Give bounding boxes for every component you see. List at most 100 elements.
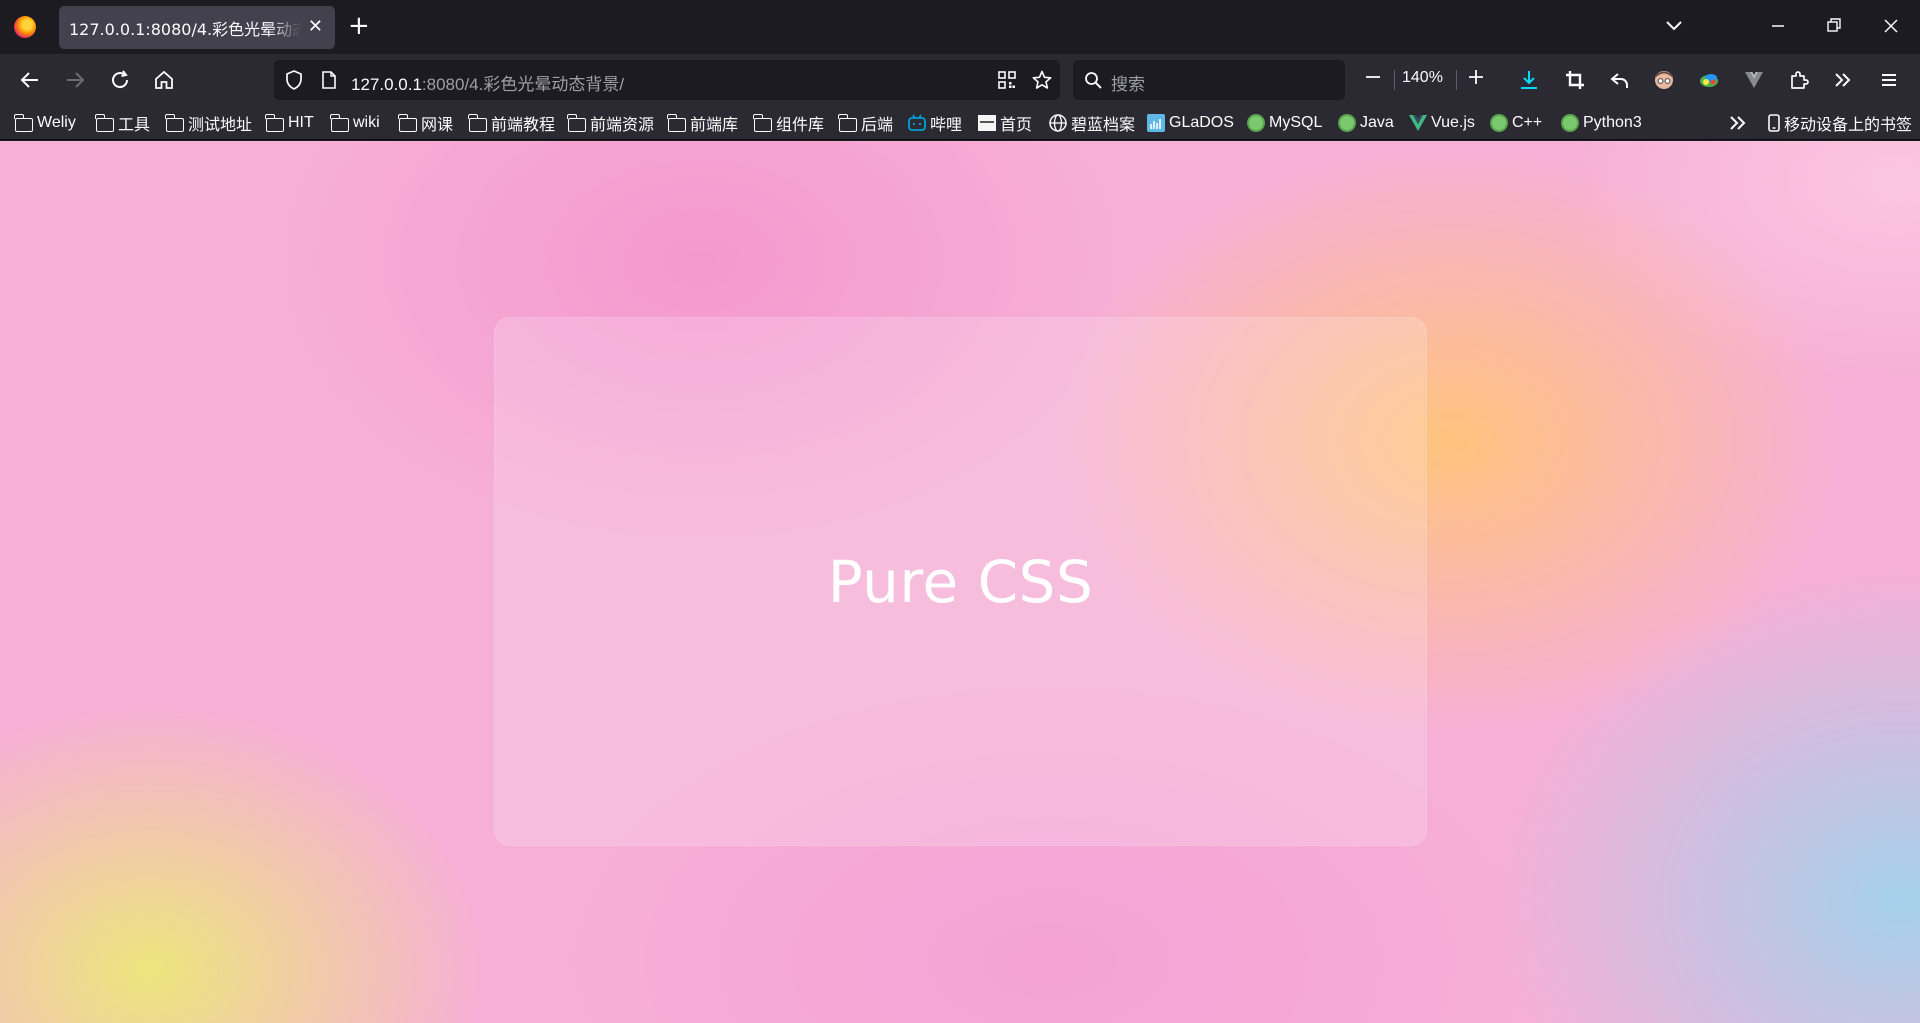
bookmark-item[interactable]: wiki	[330, 113, 380, 133]
home-button[interactable]	[151, 67, 177, 93]
vue-logo-icon	[1745, 72, 1763, 88]
more-tools-button[interactable]	[1830, 67, 1856, 93]
bookmark-label: 碧蓝档案	[1071, 117, 1136, 134]
reload-icon	[112, 70, 129, 89]
shield-icon[interactable]	[283, 69, 305, 91]
minimize-icon	[1772, 25, 1784, 27]
globe-icon	[1048, 114, 1068, 132]
mobile-bookmarks-label: 移动设备上的书签	[1784, 117, 1913, 134]
bookmark-label: wiki	[353, 114, 380, 131]
bookmark-item[interactable]: 组件库	[753, 113, 825, 134]
bookmark-item[interactable]: 工具	[95, 113, 151, 134]
bookmark-item[interactable]: 后端	[838, 113, 894, 134]
plus-icon	[1469, 70, 1483, 84]
bookmark-item[interactable]: 前端库	[667, 113, 739, 134]
zoom-reset-button[interactable]: 140%	[1402, 69, 1443, 87]
star-bookmark-icon[interactable]	[1031, 69, 1053, 91]
close-icon	[1884, 19, 1898, 33]
bookmark-label: Weliy	[37, 114, 76, 131]
navigation-toolbar: 127.0.0.1:8080/4.彩色光晕动态背景/ 搜索 140%	[0, 54, 1920, 106]
bookmark-label: Vue.js	[1431, 114, 1475, 131]
bookmark-label: GLaDOS	[1169, 114, 1234, 131]
screenshot-button[interactable]	[1562, 67, 1588, 93]
zoom-divider	[1394, 70, 1395, 90]
back-button[interactable]	[17, 67, 43, 93]
firefox-logo-icon[interactable]	[14, 16, 36, 38]
bookmarks-toolbar: Python3 C++ Vue.js Java MySQL GLaDOS 碧蓝档案 首页 哔哩 后…	[0, 106, 1920, 140]
search-icon	[1085, 72, 1102, 89]
url-bar[interactable]: 127.0.0.1:8080/4.彩色光晕动态背景/	[274, 60, 1060, 100]
bookmark-item[interactable]: 碧蓝档案	[1048, 113, 1136, 134]
bookmark-label: 工具	[118, 117, 151, 134]
bookmark-label: 首页	[1000, 117, 1033, 134]
folder-icon	[667, 113, 687, 132]
page-icon[interactable]	[320, 70, 338, 90]
green-face-favicon-icon	[1246, 114, 1266, 132]
reload-button[interactable]	[107, 67, 133, 93]
forward-button[interactable]	[62, 67, 88, 93]
extension-colorful-button[interactable]	[1696, 67, 1722, 93]
bookmark-item[interactable]: 前端资源	[567, 113, 654, 134]
folder-icon	[165, 113, 185, 132]
bookmark-label: 前端教程	[491, 117, 556, 134]
arrow-left-icon	[20, 72, 38, 88]
tab-close-icon[interactable]: ✕	[308, 17, 323, 37]
bookmark-item[interactable]: MySQL	[1246, 113, 1322, 133]
search-placeholder[interactable]: 搜索	[1111, 70, 1145, 95]
double-chevron-right-icon	[1835, 73, 1851, 87]
bookmark-item[interactable]: Java	[1337, 113, 1394, 133]
url-text[interactable]: 127.0.0.1:8080/4.彩色光晕动态背景/	[351, 70, 624, 95]
page-content: Pure CSS	[0, 141, 1920, 1023]
bookmark-item[interactable]: HIT	[265, 113, 314, 133]
url-host: 127.0.0.1	[351, 75, 422, 94]
extension-avatar-button[interactable]	[1651, 67, 1677, 93]
bookmark-label: Java	[1360, 114, 1394, 131]
new-tab-button[interactable]: +	[348, 12, 370, 40]
minus-icon	[1366, 76, 1380, 78]
bookmark-item[interactable]: C++	[1489, 113, 1542, 133]
url-path: :8080/4.彩色光晕动态背景/	[421, 75, 625, 94]
qr-code-icon[interactable]	[997, 70, 1017, 90]
search-bar[interactable]: 搜索	[1073, 60, 1345, 100]
bookmark-item[interactable]: GLaDOS	[1146, 113, 1234, 133]
title-bar: 127.0.0.1:8080/4.彩色光晕动态背景 ✕ +	[0, 0, 1920, 54]
tab-active[interactable]: 127.0.0.1:8080/4.彩色光晕动态背景 ✕	[59, 6, 335, 49]
page-heading: Pure CSS	[827, 547, 1094, 616]
bookmark-item[interactable]: Weliy	[14, 113, 76, 133]
download-icon	[1521, 71, 1537, 89]
bookmark-item[interactable]: Vue.js	[1408, 113, 1475, 133]
extension-vue-devtools-button[interactable]	[1741, 67, 1767, 93]
mobile-bookmarks[interactable]: 移动设备上的书签	[1767, 113, 1913, 134]
close-window-button[interactable]	[1881, 12, 1901, 49]
green-face-favicon-icon	[1560, 114, 1580, 132]
bookmark-item[interactable]: 网课	[398, 113, 453, 134]
zoom-out-button[interactable]	[1363, 66, 1383, 94]
bookmark-label: 前端库	[690, 117, 739, 134]
restore-button[interactable]	[1824, 12, 1844, 49]
anime-avatar-icon	[1655, 71, 1673, 89]
extensions-button[interactable]	[1786, 67, 1812, 93]
folder-icon	[14, 113, 34, 132]
list-all-tabs-button[interactable]	[1663, 14, 1685, 40]
minimize-button[interactable]	[1768, 12, 1788, 49]
bookmark-label: C++	[1512, 114, 1543, 131]
color-palette-icon	[1700, 74, 1718, 87]
bookmark-item[interactable]: 哔哩	[907, 113, 962, 134]
bookmark-label: 组件库	[776, 117, 825, 134]
bookmark-label: 后端	[861, 117, 894, 134]
downloads-button[interactable]	[1516, 67, 1542, 93]
undo-close-tab-button[interactable]	[1607, 67, 1633, 93]
bookmark-item[interactable]: 前端教程	[468, 113, 556, 134]
bookmark-item[interactable]: 测试地址	[165, 113, 253, 134]
tab-title: 127.0.0.1:8080/4.彩色光晕动态背景	[69, 19, 301, 39]
crop-icon	[1566, 71, 1584, 89]
bookmark-label: 测试地址	[188, 117, 253, 134]
bookmarks-overflow-button[interactable]	[1728, 113, 1748, 133]
zoom-in-button[interactable]	[1466, 65, 1486, 95]
green-face-favicon-icon	[1337, 114, 1357, 132]
bookmark-item[interactable]: Python3	[1560, 113, 1642, 133]
app-menu-button[interactable]	[1876, 67, 1902, 93]
bookmark-item[interactable]: 首页	[977, 113, 1033, 134]
hamburger-menu-icon	[1882, 74, 1896, 86]
arrow-right-icon	[67, 72, 85, 88]
